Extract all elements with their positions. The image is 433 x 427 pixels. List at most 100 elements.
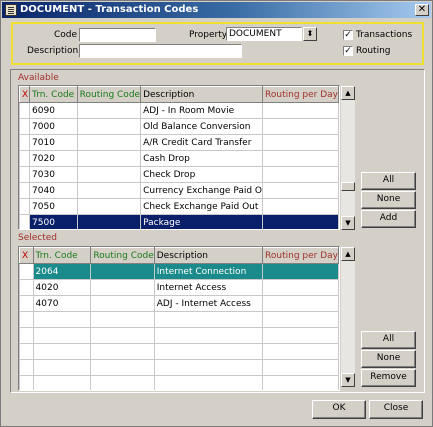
description-cell: [153, 343, 264, 360]
routing-code-cell: [90, 295, 155, 312]
remove-all-button[interactable]: All: [361, 331, 416, 349]
table-row[interactable]: 6090 ADJ - In Room Movie: [19, 102, 339, 119]
column-header-x[interactable]: X: [19, 86, 31, 103]
row-marker[interactable]: [19, 311, 34, 328]
row-marker[interactable]: [19, 263, 34, 280]
routing-checkbox[interactable]: ✓: [343, 46, 353, 56]
column-header-trn-code[interactable]: Trn. Code: [29, 86, 78, 103]
row-marker[interactable]: [19, 214, 31, 229]
remove-none-button[interactable]: None: [361, 350, 416, 368]
description-cell: Old Balance Conversion: [140, 118, 264, 135]
table-row[interactable]: [19, 359, 339, 376]
column-header-routing-per-day[interactable]: Routing per Day: [262, 86, 339, 103]
add-none-button[interactable]: None: [361, 191, 416, 209]
add-label: Add: [379, 213, 398, 223]
description-label: Description: [27, 46, 79, 56]
code-input[interactable]: [79, 28, 156, 42]
filter-panel: Code Property DOCUMENT ⬍ Description ✓ T…: [11, 22, 424, 65]
routing-per-day-cell: [262, 150, 339, 167]
selected-grid: X Trn. Code Routing Code Description Rou…: [18, 246, 340, 391]
column-header-x[interactable]: X: [19, 247, 34, 264]
scroll-up-button[interactable]: ▲: [341, 86, 355, 100]
title-bar[interactable]: DOCUMENT - Transaction Codes ✕: [2, 2, 431, 18]
routing-code-cell: [76, 166, 142, 183]
window-title: DOCUMENT - Transaction Codes: [20, 4, 199, 15]
row-marker[interactable]: [19, 118, 31, 135]
column-header-routing-code[interactable]: Routing Code: [90, 247, 155, 264]
column-header-trn-code[interactable]: Trn. Code: [32, 247, 92, 264]
table-row[interactable]: 4020 Internet Access: [19, 279, 339, 296]
available-scrollbar[interactable]: ▲ ▼: [341, 86, 355, 230]
description-input[interactable]: [79, 44, 242, 58]
routing-code-cell: [76, 150, 142, 167]
routing-code-cell: [76, 198, 142, 215]
property-select[interactable]: DOCUMENT: [226, 27, 302, 41]
trn-code-cell: [32, 311, 92, 328]
table-row[interactable]: [19, 327, 339, 344]
description-cell: [153, 359, 264, 376]
transactions-checkbox[interactable]: ✓: [343, 30, 353, 40]
table-row[interactable]: 7040 Currency Exchange Paid O: [19, 182, 339, 199]
property-dropdown-button[interactable]: ⬍: [303, 27, 317, 41]
transaction-codes-window: DOCUMENT - Transaction Codes ✕ Code Prop…: [0, 0, 433, 427]
row-marker[interactable]: [19, 182, 31, 199]
row-marker[interactable]: [19, 134, 31, 151]
available-grid: X Trn. Code Routing Code Description Rou…: [18, 85, 340, 230]
row-marker[interactable]: [19, 150, 31, 167]
row-marker[interactable]: [19, 295, 34, 312]
column-header-description[interactable]: Description: [153, 247, 264, 264]
ok-button[interactable]: OK: [312, 400, 366, 419]
scroll-up-button[interactable]: ▲: [341, 247, 355, 261]
routing-per-day-cell: [262, 311, 339, 328]
routing-code-cell: [76, 102, 142, 119]
table-row[interactable]: 7050 Check Exchange Paid Out: [19, 198, 339, 215]
row-marker[interactable]: [19, 327, 34, 344]
add-all-button[interactable]: All: [361, 172, 416, 190]
scroll-thumb[interactable]: [341, 182, 355, 191]
description-cell: Check Exchange Paid Out: [140, 198, 264, 215]
column-header-description[interactable]: Description: [140, 86, 264, 103]
routing-code-cell: [90, 375, 155, 390]
table-row[interactable]: 4070 ADJ - Internet Access: [19, 295, 339, 312]
routing-per-day-cell: [262, 375, 339, 390]
table-row[interactable]: 7010 A/R Credit Card Transfer: [19, 134, 339, 151]
row-marker[interactable]: [19, 375, 34, 390]
column-header-routing-code[interactable]: Routing Code: [76, 86, 142, 103]
description-cell: Internet Connection: [153, 263, 264, 280]
trn-code-cell: 7500: [29, 214, 78, 229]
close-window-button[interactable]: ✕: [415, 4, 429, 16]
table-row[interactable]: 7020 Cash Drop: [19, 150, 339, 167]
table-row[interactable]: [19, 311, 339, 328]
column-header-routing-per-day[interactable]: Routing per Day: [262, 247, 339, 264]
close-button[interactable]: Close: [369, 400, 423, 419]
table-row[interactable]: [19, 343, 339, 360]
scroll-down-button[interactable]: ▼: [341, 373, 355, 387]
table-row[interactable]: [19, 375, 339, 390]
scroll-down-button[interactable]: ▼: [341, 216, 355, 230]
table-row[interactable]: 7000 Old Balance Conversion: [19, 118, 339, 135]
available-label: Available: [18, 73, 59, 83]
routing-per-day-cell: [262, 327, 339, 344]
selected-label: Selected: [18, 233, 58, 243]
close-label: Close: [383, 403, 409, 413]
remove-button[interactable]: Remove: [361, 369, 416, 387]
row-marker[interactable]: [19, 198, 31, 215]
table-row-selected[interactable]: 7500 Package: [19, 214, 339, 229]
trn-code-cell: 4070: [32, 295, 92, 312]
table-row-current[interactable]: 2064 Internet Connection: [19, 263, 339, 280]
property-label: Property: [189, 30, 228, 40]
add-none-label: None: [376, 194, 401, 204]
selected-scrollbar[interactable]: ▲ ▼: [341, 247, 355, 387]
row-marker[interactable]: [19, 166, 31, 183]
routing-code-cell: [76, 118, 142, 135]
row-marker[interactable]: [19, 359, 34, 376]
trn-code-cell: 7020: [29, 150, 78, 167]
routing-per-day-cell: [262, 295, 339, 312]
row-marker[interactable]: [19, 279, 34, 296]
available-header-row: X Trn. Code Routing Code Description Rou…: [19, 86, 339, 103]
routing-per-day-cell: [262, 343, 339, 360]
add-button[interactable]: Add: [361, 210, 416, 228]
table-row[interactable]: 7030 Check Drop: [19, 166, 339, 183]
row-marker[interactable]: [19, 102, 31, 119]
row-marker[interactable]: [19, 343, 34, 360]
